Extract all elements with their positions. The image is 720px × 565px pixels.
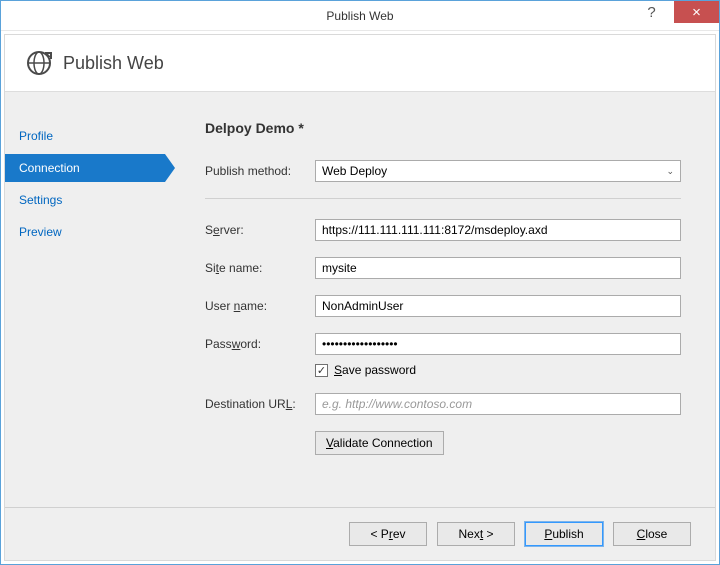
content-pane: Delpoy Demo * Publish method: Web Deploy… <box>165 92 715 507</box>
dialog-frame: Publish Web Profile Connection Settings … <box>4 34 716 561</box>
password-input[interactable] <box>315 333 681 355</box>
footer: < Prev Next > Publish Close <box>5 507 715 560</box>
destination-url-row: Destination URL: <box>205 393 681 415</box>
prev-button[interactable]: < Prev <box>349 522 427 546</box>
save-password-row: ✓ Save password <box>315 363 681 377</box>
titlebar: Publish Web ? × <box>1 1 719 31</box>
titlebar-controls: ? × <box>629 1 719 30</box>
destination-url-label: Destination URL: <box>205 397 315 411</box>
publish-method-label: Publish method: <box>205 164 315 178</box>
sidebar-item-label: Preview <box>19 225 62 239</box>
sidebar-item-profile[interactable]: Profile <box>5 122 165 150</box>
sidebar: Profile Connection Settings Preview <box>5 92 165 507</box>
site-name-label: Site name: <box>205 261 315 275</box>
publish-method-select[interactable]: Web Deploy ⌄ <box>315 160 681 182</box>
publish-method-value: Web Deploy <box>322 164 387 178</box>
globe-icon <box>25 49 53 77</box>
user-name-row: User name: <box>205 295 681 317</box>
window-title: Publish Web <box>326 9 393 23</box>
server-input[interactable] <box>315 219 681 241</box>
destination-url-input[interactable] <box>315 393 681 415</box>
sidebar-item-preview[interactable]: Preview <box>5 218 165 246</box>
sidebar-item-label: Connection <box>19 161 80 175</box>
user-name-input[interactable] <box>315 295 681 317</box>
header-banner: Publish Web <box>5 35 715 92</box>
help-icon[interactable]: ? <box>629 1 674 23</box>
publish-method-row: Publish method: Web Deploy ⌄ <box>205 160 681 182</box>
server-label: Server: <box>205 223 315 237</box>
sidebar-item-label: Settings <box>19 193 62 207</box>
publish-button[interactable]: Publish <box>525 522 603 546</box>
close-icon[interactable]: × <box>674 1 719 23</box>
banner-title: Publish Web <box>63 53 164 74</box>
divider <box>205 198 681 199</box>
validate-connection-button[interactable]: Validate Connection <box>315 431 444 455</box>
sidebar-item-connection[interactable]: Connection <box>5 154 165 182</box>
chevron-down-icon: ⌄ <box>666 166 674 177</box>
site-name-input[interactable] <box>315 257 681 279</box>
next-button[interactable]: Next > <box>437 522 515 546</box>
publish-web-window: Publish Web ? × Publish Web Profile <box>0 0 720 565</box>
user-name-label: User name: <box>205 299 315 313</box>
save-password-label: Save password <box>334 363 416 377</box>
close-button[interactable]: Close <box>613 522 691 546</box>
password-row: Password: <box>205 333 681 355</box>
password-label: Password: <box>205 337 315 351</box>
sidebar-item-label: Profile <box>19 129 53 143</box>
site-name-row: Site name: <box>205 257 681 279</box>
save-password-checkbox[interactable]: ✓ <box>315 364 328 377</box>
page-title: Delpoy Demo * <box>205 120 681 136</box>
sidebar-item-settings[interactable]: Settings <box>5 186 165 214</box>
server-row: Server: <box>205 219 681 241</box>
body: Profile Connection Settings Preview Delp… <box>5 92 715 507</box>
validate-row: Validate Connection <box>205 431 681 455</box>
